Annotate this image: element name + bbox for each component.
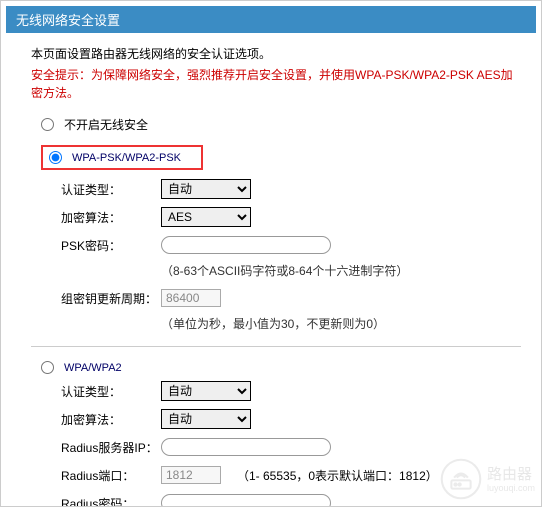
radius-port-label: Radius端口：: [61, 467, 161, 484]
watermark: 路由器 luyouqi.com: [439, 457, 535, 504]
wpapsk-algo-label: 加密算法：: [61, 209, 161, 226]
wpapsk-algo-select[interactable]: AES: [161, 207, 251, 227]
wpapsk-psk-row: PSK密码：: [61, 234, 521, 256]
wpapsk-rekey-hint: （单位为秒，最小值为30，不更新则为0）: [161, 315, 521, 332]
radius-ip-input[interactable]: [161, 438, 331, 456]
router-icon: [439, 457, 483, 504]
wpa-algo-row: 加密算法： 自动: [61, 408, 521, 430]
security-warning: 安全提示：为保障网络安全，强烈推荐开启安全设置，并使用WPA-PSK/WPA2-…: [31, 66, 521, 102]
wpapsk-psk-hint: （8-63个ASCII码字符或8-64个十六进制字符）: [161, 262, 521, 279]
wpapsk-auth-row: 认证类型： 自动: [61, 178, 521, 200]
wpapsk-rekey-input[interactable]: [161, 289, 221, 307]
radius-ip-label: Radius服务器IP：: [61, 439, 161, 456]
radio-wpapsk[interactable]: [49, 151, 62, 164]
wpapsk-psk-label: PSK密码：: [61, 237, 161, 254]
radio-wpapsk-label: WPA-PSK/WPA2-PSK: [72, 152, 181, 164]
wpapsk-rekey-row: 组密钥更新周期：: [61, 287, 521, 309]
wpapsk-auth-label: 认证类型：: [61, 181, 161, 198]
panel-title: 无线网络安全设置: [6, 6, 536, 33]
radio-disable[interactable]: [41, 118, 54, 131]
wpa-auth-label: 认证类型：: [61, 383, 161, 400]
radio-disable-label: 不开启无线安全: [64, 116, 148, 133]
watermark-text: 路由器: [487, 467, 535, 484]
wpapsk-auth-select[interactable]: 自动: [161, 179, 251, 199]
wpa-algo-label: 加密算法：: [61, 411, 161, 428]
option-disable-row[interactable]: 不开启无线安全: [41, 116, 521, 133]
radius-ip-row: Radius服务器IP：: [61, 436, 521, 458]
radius-pwd-input[interactable]: [161, 494, 331, 507]
wpapsk-algo-row: 加密算法： AES: [61, 206, 521, 228]
radius-pwd-label: Radius密码：: [61, 495, 161, 507]
radio-wpa[interactable]: [41, 361, 54, 374]
separator: [31, 346, 521, 347]
option-wpa-row[interactable]: WPA/WPA2: [41, 361, 521, 374]
radio-wpa-label: WPA/WPA2: [64, 362, 122, 374]
wpa-algo-select[interactable]: 自动: [161, 409, 251, 429]
wpapsk-psk-input[interactable]: [161, 236, 331, 254]
watermark-url: luyouqi.com: [487, 484, 535, 494]
intro-text: 本页面设置路由器无线网络的安全认证选项。: [31, 45, 521, 62]
radius-port-hint: （1- 65535，0表示默认端口：1812）: [237, 467, 438, 484]
radius-port-input[interactable]: [161, 466, 221, 484]
wpa-auth-row: 认证类型： 自动: [61, 380, 521, 402]
option-wpapsk-row[interactable]: WPA-PSK/WPA2-PSK: [41, 145, 203, 170]
wpapsk-rekey-label: 组密钥更新周期：: [61, 290, 161, 307]
wpa-auth-select[interactable]: 自动: [161, 381, 251, 401]
